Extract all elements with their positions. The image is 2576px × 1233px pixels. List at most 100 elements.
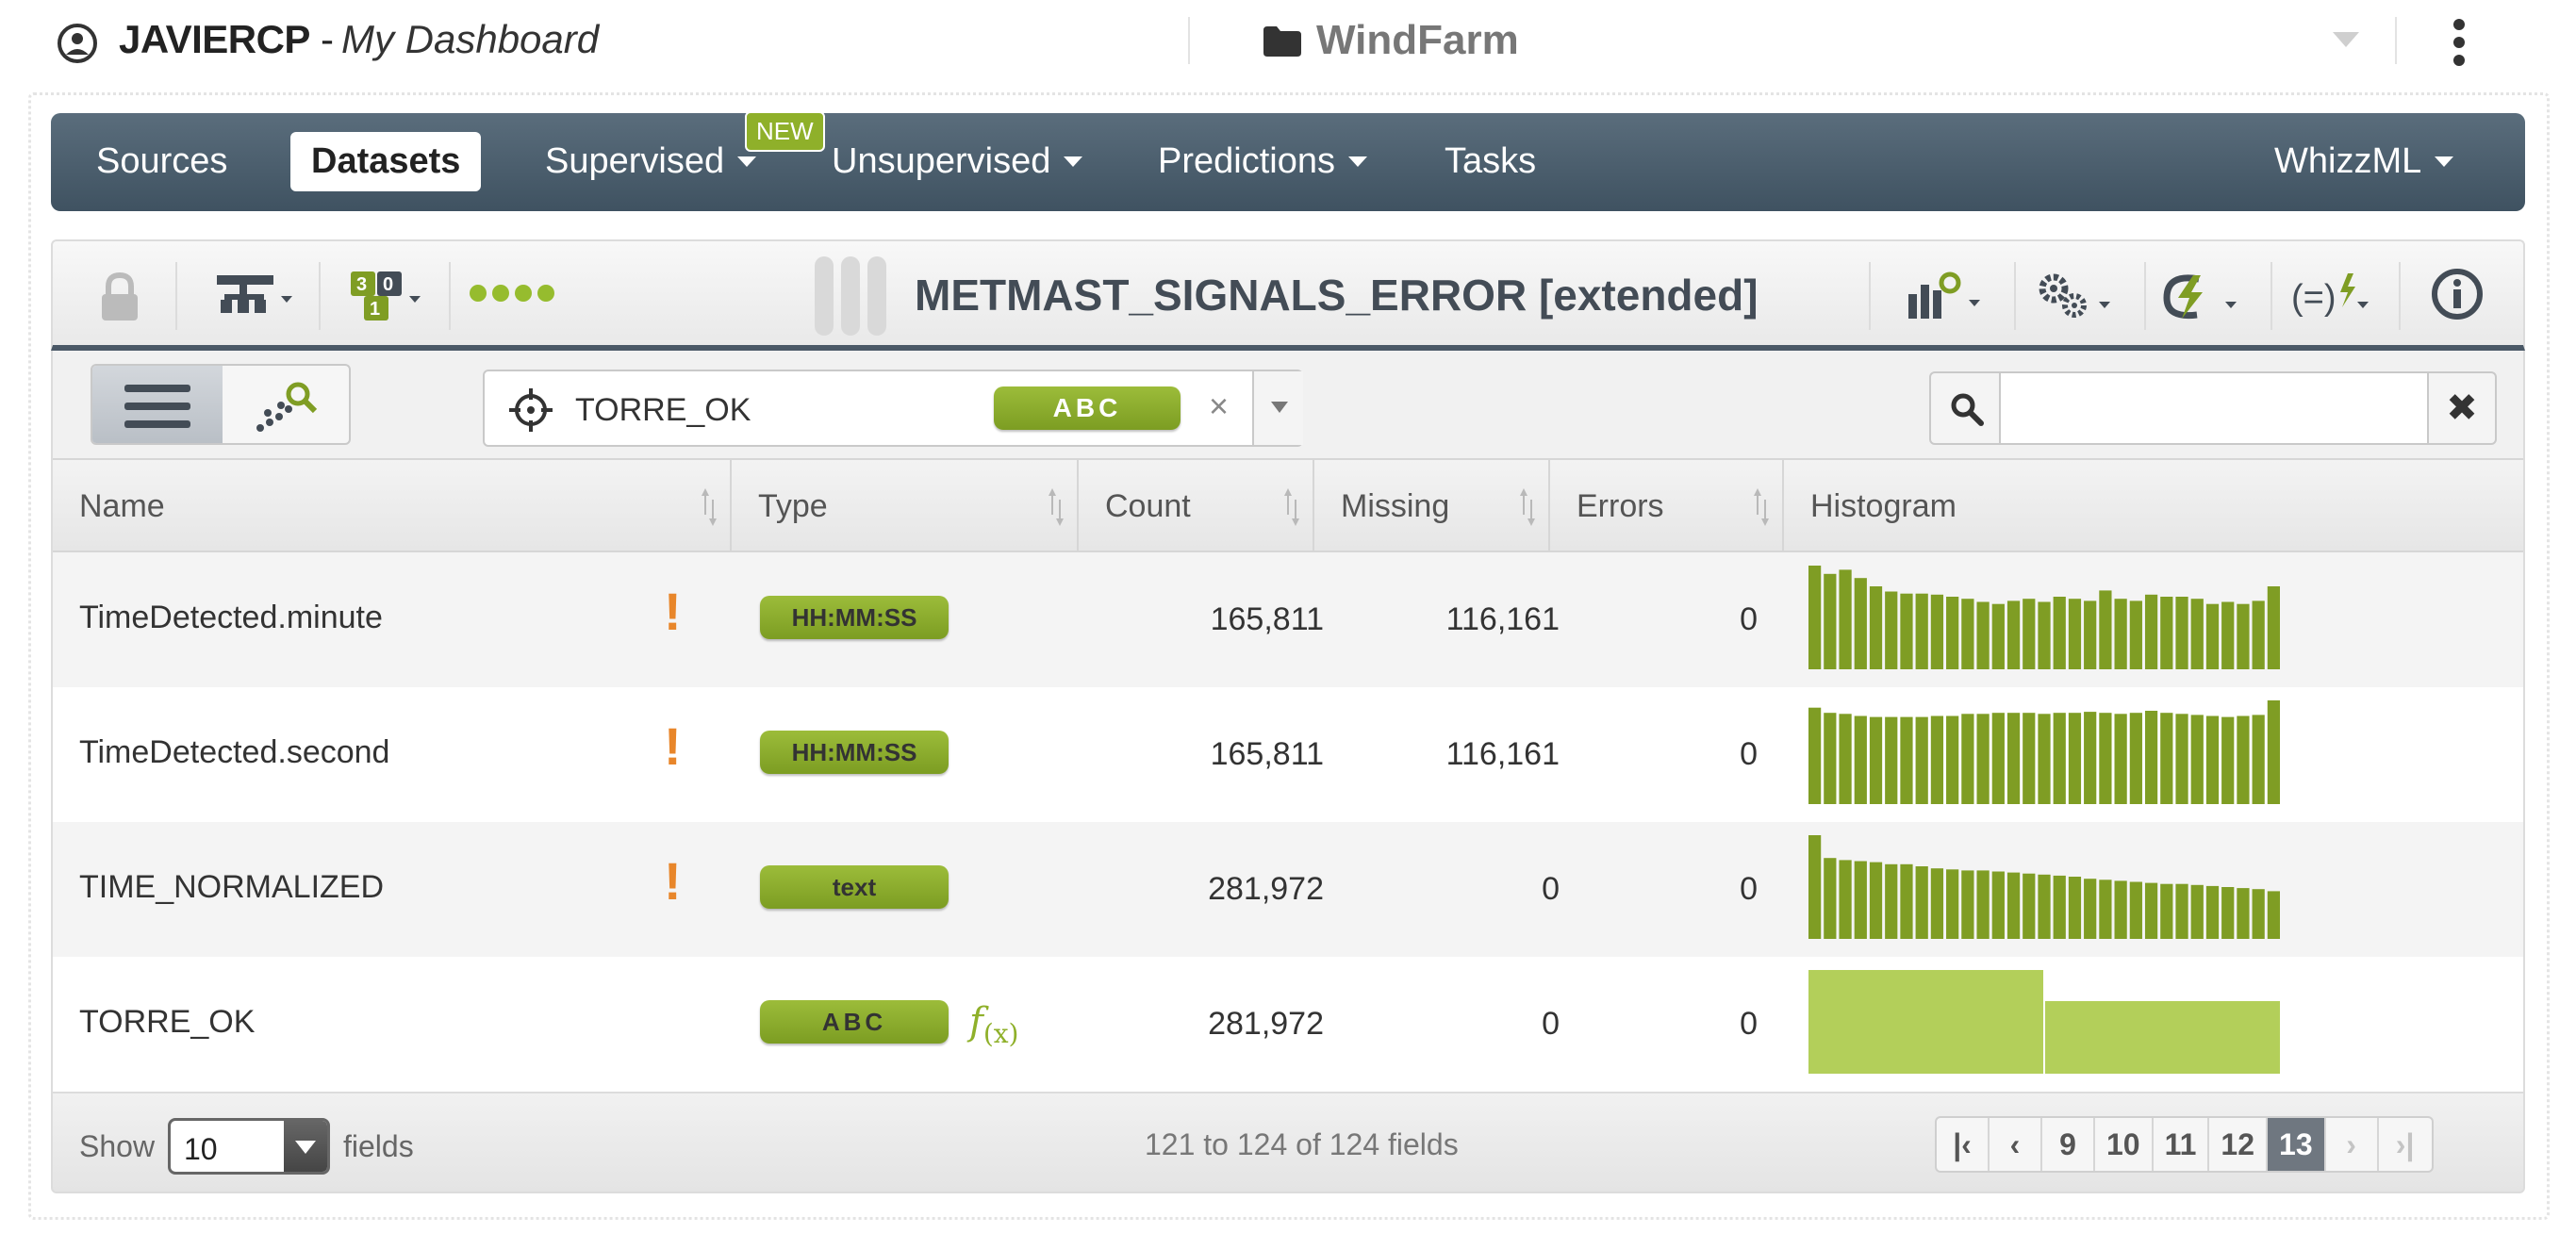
sample-dataset-icon[interactable]: 3 0 1: [349, 268, 439, 324]
one-click-model-icon[interactable]: [2159, 268, 2254, 324]
nav-sources[interactable]: Sources: [96, 141, 227, 182]
histogram-bar[interactable]: [2160, 883, 2173, 939]
histogram-bar[interactable]: [1976, 714, 1990, 804]
histogram-bar[interactable]: [2144, 594, 2158, 669]
objective-field-selector[interactable]: TORRE_OK ABC ×: [483, 370, 1303, 447]
dashboard-title[interactable]: My Dashboard: [341, 17, 599, 62]
histogram-bar[interactable]: [1900, 863, 1913, 939]
clear-objective-icon[interactable]: ×: [1209, 386, 1229, 426]
column-header-errors[interactable]: Errors: [1550, 460, 1784, 552]
histogram-bar[interactable]: [1930, 594, 1944, 669]
previous-page-icon[interactable]: ‹: [1990, 1118, 2042, 1171]
histogram-bar[interactable]: [1915, 866, 1928, 939]
table-row[interactable]: TORRE_OK ABC f(x) 281,972 0 0: [53, 957, 2523, 1092]
histogram-bar[interactable]: [1854, 578, 1867, 669]
histogram-bar[interactable]: [1915, 593, 1928, 669]
histogram-bar[interactable]: [1854, 861, 1867, 940]
info-icon[interactable]: [2429, 268, 2485, 324]
histogram-bar[interactable]: [1869, 586, 1883, 669]
histogram-bar[interactable]: [2068, 713, 2082, 804]
histogram-bar[interactable]: [2006, 600, 2021, 669]
nav-unsupervised[interactable]: Unsupervised: [832, 141, 1083, 182]
histogram-bar[interactable]: [2006, 713, 2021, 804]
histogram-bar[interactable]: [1808, 970, 2043, 1074]
histogram-bar[interactable]: [2144, 882, 2158, 939]
histogram-bar[interactable]: [2205, 603, 2220, 669]
histogram-bar[interactable]: [2068, 877, 2082, 939]
histogram-bar[interactable]: [1976, 870, 1990, 939]
search-button[interactable]: [1929, 371, 2001, 445]
flatline-formula-icon[interactable]: (=): [2289, 268, 2384, 324]
histogram-bar[interactable]: [2099, 590, 2112, 669]
histogram-bar[interactable]: [2038, 874, 2051, 939]
histogram-bar[interactable]: [2160, 597, 2173, 669]
first-page-icon[interactable]: |‹: [1937, 1118, 1990, 1171]
table-row[interactable]: TimeDetected.minute ! HH:MM:SS 165,811 1…: [53, 552, 2523, 687]
nav-tasks[interactable]: Tasks: [1445, 141, 1536, 182]
histogram-bar[interactable]: [2190, 715, 2204, 804]
histogram-bar[interactable]: [2175, 714, 2188, 804]
histogram-bar[interactable]: [1808, 566, 1822, 669]
more-options-icon[interactable]: [2448, 19, 2470, 72]
warning-icon[interactable]: !: [664, 715, 682, 777]
nav-datasets[interactable]: Datasets: [290, 132, 482, 191]
histogram-bar[interactable]: [2237, 715, 2250, 805]
histogram-bar[interactable]: [2221, 601, 2235, 670]
histogram-bar[interactable]: [1991, 603, 2005, 669]
page-size-select[interactable]: 10: [168, 1118, 330, 1175]
histogram-bar[interactable]: [1824, 573, 1837, 669]
user-name[interactable]: JAVIERCP: [119, 17, 310, 62]
histogram-bar[interactable]: [2114, 880, 2127, 939]
histogram-bar[interactable]: [1900, 716, 1913, 804]
histogram-bar[interactable]: [1946, 715, 1959, 805]
histogram-bar[interactable]: [2267, 586, 2280, 669]
histogram-bar[interactable]: [2114, 599, 2127, 669]
histogram-bar[interactable]: [2053, 597, 2066, 669]
function-fx-icon[interactable]: f(x): [969, 1000, 1018, 1049]
histogram-bar[interactable]: [1991, 871, 2005, 940]
histogram-bar[interactable]: [2129, 600, 2142, 669]
histogram-bar[interactable]: [2252, 889, 2265, 939]
histogram-bar[interactable]: [1824, 858, 1837, 939]
histogram-bar[interactable]: [2099, 880, 2112, 939]
histogram-bar[interactable]: [1961, 714, 1974, 804]
histogram-bar[interactable]: [2053, 875, 2066, 939]
histogram-bar[interactable]: [2252, 600, 2265, 669]
table-row[interactable]: TimeDetected.second ! HH:MM:SS 165,811 1…: [53, 687, 2523, 822]
histogram-bar[interactable]: [2053, 713, 2066, 804]
clear-search-icon[interactable]: ✖: [2427, 371, 2497, 445]
field-name[interactable]: TORRE_OK: [79, 1004, 255, 1041]
user-circle-icon[interactable]: [57, 23, 98, 64]
gears-settings-icon[interactable]: [2033, 268, 2127, 324]
dataset-analytics-icon[interactable]: [1903, 268, 1997, 324]
column-header-missing[interactable]: Missing: [1314, 460, 1550, 552]
histogram-bar[interactable]: [1824, 713, 1837, 804]
histogram-bar[interactable]: [2084, 600, 2097, 669]
histogram-bar[interactable]: [1915, 716, 1928, 804]
column-header-name[interactable]: Name: [53, 460, 732, 552]
histogram-bar[interactable]: [1839, 714, 1852, 804]
histogram-bar[interactable]: [2038, 714, 2051, 804]
histogram-bar[interactable]: [2221, 887, 2235, 939]
histogram-bar[interactable]: [2045, 1001, 2280, 1074]
histogram-bar[interactable]: [1946, 869, 1959, 939]
field-histogram[interactable]: [1808, 700, 2280, 804]
histogram-bar[interactable]: [1854, 715, 1867, 805]
nav-predictions[interactable]: Predictions: [1158, 141, 1367, 182]
warning-icon[interactable]: !: [664, 581, 682, 642]
histogram-bar[interactable]: [2023, 599, 2036, 669]
field-histogram[interactable]: [1808, 835, 2280, 939]
histogram-bar[interactable]: [1961, 599, 1974, 669]
scatterplot-view-button[interactable]: [223, 366, 349, 443]
histogram-bar[interactable]: [2068, 599, 2082, 669]
histogram-bar[interactable]: [2190, 884, 2204, 939]
histogram-bar[interactable]: [1808, 835, 1822, 939]
histogram-bar[interactable]: [2221, 716, 2235, 804]
histogram-bar[interactable]: [2144, 711, 2158, 804]
current-page-button[interactable]: 13: [2268, 1118, 2326, 1171]
histogram-bar[interactable]: [2205, 715, 2220, 805]
histogram-bar[interactable]: [1839, 860, 1852, 939]
histogram-bar[interactable]: [1930, 715, 1944, 805]
histogram-bar[interactable]: [2038, 601, 2051, 670]
histogram-bar[interactable]: [1869, 716, 1883, 804]
